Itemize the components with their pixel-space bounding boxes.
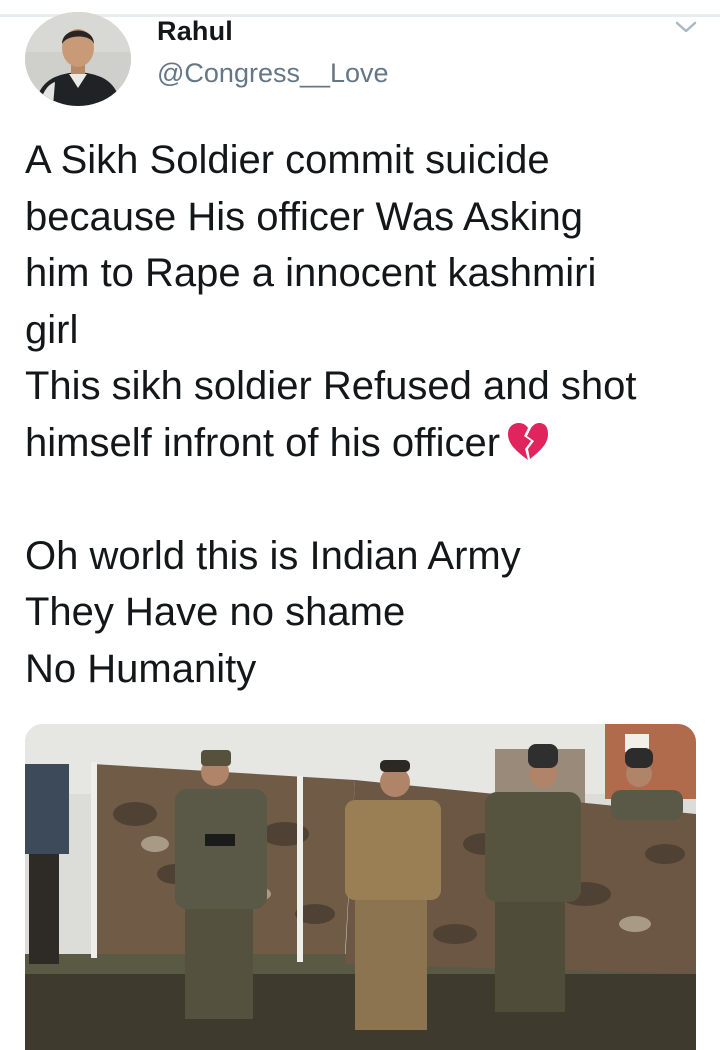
tweet-line: because His officer Was Asking: [25, 194, 584, 239]
tweet-menu-button[interactable]: [674, 18, 698, 36]
author-handle[interactable]: @Congress__Love: [157, 58, 389, 89]
author-name[interactable]: Rahul: [157, 16, 233, 47]
tweet-line: A Sikh Soldier commit suicide: [25, 138, 550, 182]
chevron-down-icon: [675, 21, 697, 33]
tweet-line: himself infront of his officer: [25, 420, 501, 465]
tweet-line: Oh world this is Indian Army: [25, 533, 521, 578]
tweet-line-with-emoji: himself infront of his officer: [25, 415, 705, 472]
avatar-image: [25, 12, 131, 106]
tweet-line: girl: [25, 307, 79, 352]
tweet-line: They Have no shame: [25, 590, 406, 634]
tweet-line: No Humanity: [25, 646, 257, 691]
top-divider: [0, 14, 720, 17]
tweet-media-image[interactable]: [25, 724, 696, 1050]
broken-heart-icon: [508, 422, 549, 460]
tweet-line: him to Rape a innocent kashmiri: [25, 251, 597, 295]
photo-soldiers: [25, 724, 696, 1050]
avatar[interactable]: [25, 12, 131, 106]
tweet-line: This sikh soldier Refused and shot: [25, 364, 637, 408]
tweet-text: A Sikh Soldier commit suicide because Hi…: [25, 132, 705, 697]
